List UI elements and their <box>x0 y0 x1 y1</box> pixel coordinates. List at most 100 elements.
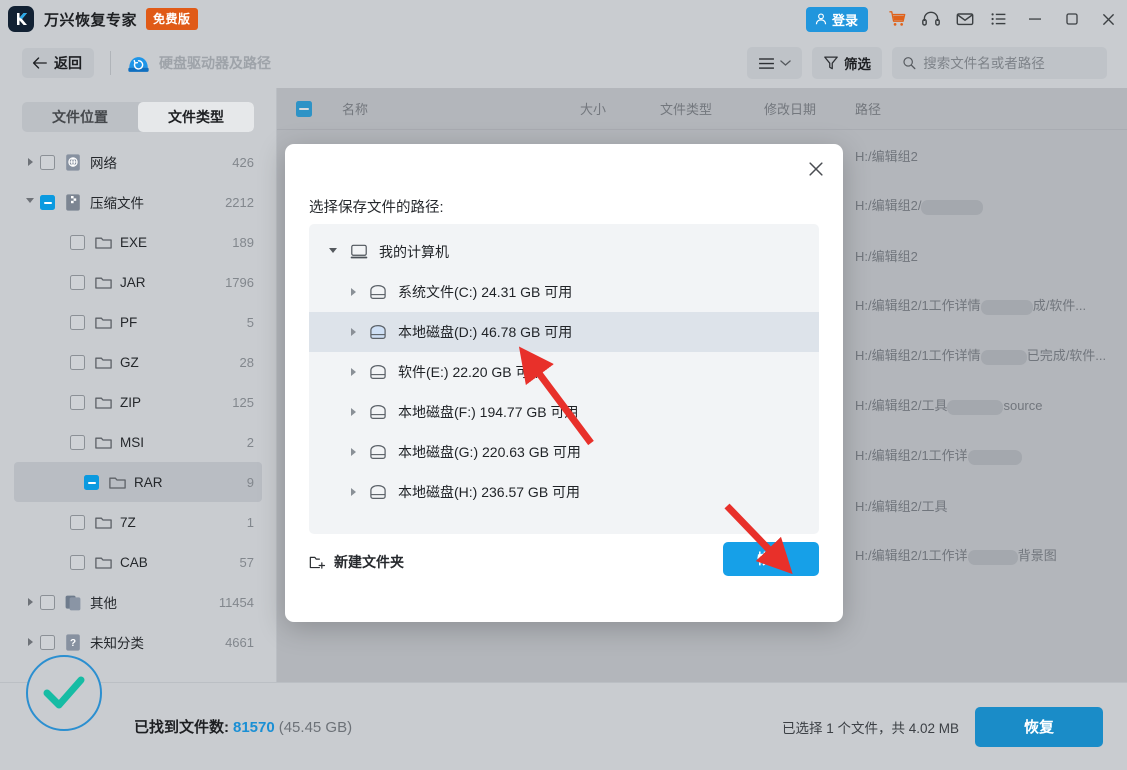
drive-item-0[interactable]: 系统文件(C:) 24.31 GB 可用 <box>309 272 819 312</box>
tab-file-type[interactable]: 文件类型 <box>138 102 254 132</box>
back-button[interactable]: 返回 <box>22 48 94 78</box>
drive-item-4[interactable]: 本地磁盘(G:) 220.63 GB 可用 <box>309 432 819 472</box>
sidebar-item-7z[interactable]: 7Z1 <box>0 502 276 542</box>
checkbox-msi[interactable] <box>70 435 85 450</box>
mail-icon[interactable] <box>948 0 982 38</box>
close-icon[interactable] <box>1090 0 1127 38</box>
chevron-down-icon <box>780 59 791 67</box>
sidebar-item-label: 未知分类 <box>90 632 144 652</box>
titlebar-actions: 登录 <box>806 0 1127 38</box>
chevron-down-icon[interactable] <box>329 248 337 257</box>
drive-tree-panel: 我的计算机 系统文件(C:) 24.31 GB 可用本地磁盘(D:) 46.78… <box>309 224 819 534</box>
list-icon[interactable] <box>982 0 1016 38</box>
search-box[interactable] <box>892 47 1107 79</box>
headset-icon[interactable] <box>914 0 948 38</box>
checkbox-pf[interactable] <box>70 315 85 330</box>
sidebar-item-网络[interactable]: 网络426 <box>0 142 276 182</box>
app-title: 万兴恢复专家 <box>44 9 137 30</box>
drive-item-3[interactable]: 本地磁盘(F:) 194.77 GB 可用 <box>309 392 819 432</box>
cart-icon[interactable] <box>880 0 914 38</box>
chevron-right-icon[interactable] <box>351 408 356 416</box>
checkbox-未知分类[interactable] <box>40 635 55 650</box>
search-input[interactable] <box>923 56 1097 71</box>
checkbox-jar[interactable] <box>70 275 85 290</box>
folder-icon <box>92 434 114 451</box>
sidebar-item-其他[interactable]: 其他11454 <box>0 582 276 622</box>
checkbox-7z[interactable] <box>70 515 85 530</box>
checkbox-gz[interactable] <box>70 355 85 370</box>
network-file-icon <box>62 153 84 172</box>
checkbox-rar[interactable] <box>84 475 99 490</box>
sidebar-item-count: 189 <box>232 235 254 250</box>
checkbox-压缩文件[interactable] <box>40 195 55 210</box>
drive-item-5[interactable]: 本地磁盘(H:) 236.57 GB 可用 <box>309 472 819 512</box>
drive-item-1[interactable]: 本地磁盘(D:) 46.78 GB 可用 <box>309 312 819 352</box>
folder-icon <box>92 234 114 251</box>
chevron-right-icon[interactable] <box>351 488 356 496</box>
tab-file-location[interactable]: 文件位置 <box>22 102 138 132</box>
chevron-down-icon[interactable] <box>26 198 34 207</box>
recover-button[interactable]: 恢复 <box>975 707 1103 747</box>
checkbox-exe[interactable] <box>70 235 85 250</box>
sidebar-item-count: 1796 <box>225 275 254 290</box>
checkbox-cab[interactable] <box>70 555 85 570</box>
drive-item-2[interactable]: 软件(E:) 22.20 GB 可用 <box>309 352 819 392</box>
disk-drive-icon <box>125 50 151 76</box>
sidebar-item-count: 2 <box>247 435 254 450</box>
chevron-right-icon[interactable] <box>351 328 356 336</box>
new-folder-button[interactable]: 新建文件夹 <box>309 552 404 572</box>
chevron-right-icon[interactable] <box>351 368 356 376</box>
sidebar-item-未知分类[interactable]: ?未知分类4661 <box>0 622 276 662</box>
sidebar-item-count: 57 <box>240 555 254 570</box>
sidebar-item-gz[interactable]: GZ28 <box>0 342 276 382</box>
sidebar-item-count: 2212 <box>225 195 254 210</box>
drive-item-label: 本地磁盘(H:) 236.57 GB 可用 <box>398 482 580 502</box>
chevron-right-icon[interactable] <box>351 288 356 296</box>
selection-info: 已选择 1 个文件，共 4.02 MB <box>782 717 959 737</box>
chevron-right-icon[interactable] <box>351 448 356 456</box>
drive-icon <box>366 363 390 381</box>
folder-icon <box>92 514 114 531</box>
chevron-right-icon[interactable] <box>28 158 33 166</box>
sidebar-item-exe[interactable]: EXE189 <box>0 222 276 262</box>
drive-tree-root[interactable]: 我的计算机 <box>309 232 819 272</box>
chevron-right-icon[interactable] <box>28 598 33 606</box>
unknown-file-icon: ? <box>62 633 84 652</box>
new-folder-icon <box>309 554 326 570</box>
scan-complete-icon <box>26 655 102 731</box>
dialog-close-icon[interactable] <box>801 154 831 184</box>
folder-icon <box>106 474 128 491</box>
back-label: 返回 <box>54 53 82 73</box>
login-button[interactable]: 登录 <box>806 7 868 32</box>
sidebar: 文件位置 文件类型 网络426压缩文件2212EXE189JAR1796PF5G… <box>0 88 276 682</box>
drive-tree-root-label: 我的计算机 <box>379 242 449 262</box>
sidebar-item-zip[interactable]: ZIP 125 <box>0 382 276 422</box>
chevron-right-icon[interactable] <box>28 638 33 646</box>
sidebar-item-label: MSI <box>120 435 144 450</box>
maximize-icon[interactable] <box>1053 0 1090 38</box>
checkbox-其他[interactable] <box>40 595 55 610</box>
view-options-button[interactable] <box>747 47 802 79</box>
sidebar-item-count: 426 <box>232 155 254 170</box>
sidebar-item-count: 125 <box>232 395 254 410</box>
filter-button[interactable]: 筛选 <box>812 47 882 79</box>
dialog-recover-button[interactable]: 恢复 <box>723 542 819 576</box>
hamburger-icon <box>758 57 775 70</box>
sidebar-item-jar[interactable]: JAR1796 <box>0 262 276 302</box>
sidebar-item-rar[interactable]: RAR9 <box>14 462 262 502</box>
filter-label: 筛选 <box>844 53 871 73</box>
user-icon <box>814 12 828 26</box>
sidebar-item-msi[interactable]: MSI 2 <box>0 422 276 462</box>
found-label: 已找到文件数: <box>134 719 229 736</box>
sidebar-item-label: ZIP <box>120 395 141 410</box>
sidebar-item-压缩文件[interactable]: 压缩文件2212 <box>0 182 276 222</box>
sidebar-item-cab[interactable]: CAB57 <box>0 542 276 582</box>
login-label: 登录 <box>832 10 858 29</box>
checkbox-zip[interactable] <box>70 395 85 410</box>
sidebar-item-pf[interactable]: PF5 <box>0 302 276 342</box>
sidebar-item-label: RAR <box>134 475 163 490</box>
minimize-icon[interactable] <box>1016 0 1053 38</box>
arrow-left-icon <box>32 56 48 70</box>
drive-icon <box>366 323 390 341</box>
checkbox-网络[interactable] <box>40 155 55 170</box>
